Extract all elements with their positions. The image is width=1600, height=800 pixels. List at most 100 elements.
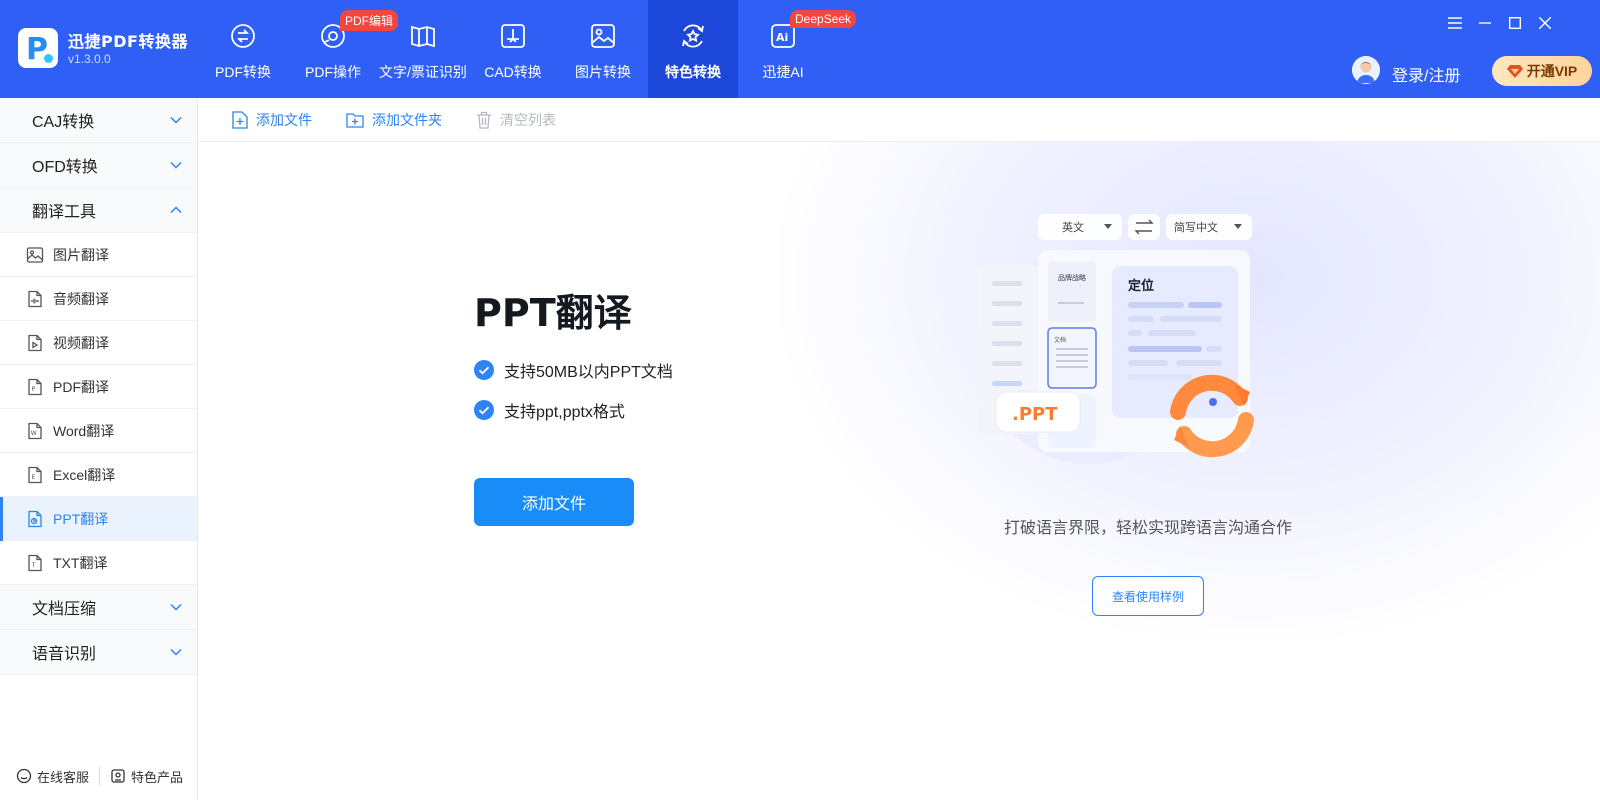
feature-item: 支持ppt,pptx格式: [474, 390, 673, 430]
special-products-link[interactable]: 特色产品: [110, 767, 183, 786]
open-vip-button[interactable]: 开通VIP: [1492, 56, 1592, 86]
close-icon[interactable]: [1530, 12, 1560, 34]
sidebar-group-compress[interactable]: 文档压缩: [0, 585, 197, 630]
word-file-icon: W: [28, 422, 42, 439]
add-file-primary-button[interactable]: 添加文件: [474, 478, 634, 526]
nav-xunjie-ai[interactable]: Ai 迅捷AI DeepSeek: [738, 0, 857, 98]
chevron-down-icon: [170, 116, 182, 124]
target-lang-label: 简写中文: [1174, 220, 1218, 234]
main-nav: PDF转换 PDF操作 PDF编辑 文字/票证识别 CAD转换 图片转换 特色转…: [198, 0, 857, 98]
diamond-icon: [1506, 65, 1523, 78]
video-file-icon: [28, 334, 42, 351]
sidebar-group-label: CAJ转换: [32, 114, 95, 131]
nav-pdf-convert[interactable]: PDF转换: [198, 0, 288, 98]
sidebar-group-label: 语音识别: [32, 646, 97, 663]
app-logo: P: [18, 28, 58, 68]
thumb-title: 品牌战略: [1058, 273, 1086, 282]
sidebar: CAJ转换 OFD转换 翻译工具 图片翻译 音频翻译 视频翻译 P PDF翻译 …: [0, 98, 198, 800]
clear-list-button[interactable]: 清空列表: [476, 110, 556, 130]
svg-text:T: T: [31, 562, 36, 569]
check-circle-icon: [474, 400, 494, 420]
nav-label: 特色转换: [665, 64, 721, 80]
card-title: 定位: [1127, 278, 1154, 293]
footer-divider: [99, 767, 101, 785]
tagline: 打破语言界限，轻松实现跨语言沟通合作: [1003, 520, 1292, 537]
nav-pdf-operate[interactable]: PDF操作 PDF编辑: [288, 0, 399, 98]
sidebar-item-label: PDF翻译: [53, 378, 109, 395]
sidebar-item-txt-translate[interactable]: T TXT翻译: [0, 541, 197, 585]
sidebar-item-pdf-translate[interactable]: P PDF翻译: [0, 365, 197, 409]
thumb-label: 文档: [1054, 336, 1066, 344]
login-register-link[interactable]: 登录/注册: [1392, 62, 1460, 86]
view-example-button[interactable]: 查看使用样例: [1092, 576, 1204, 616]
special-products-label: 特色产品: [131, 769, 184, 785]
sidebar-item-video-translate[interactable]: 视频翻译: [0, 321, 197, 365]
feature-item: 支持50MB以内PPT文档: [474, 350, 673, 390]
page-title: PPT翻译: [474, 291, 632, 335]
add-folder-button[interactable]: 添加文件夹: [346, 110, 442, 130]
sidebar-item-label: 音频翻译: [53, 290, 109, 307]
deepseek-badge: DeepSeek: [790, 10, 857, 28]
svg-text:W: W: [31, 430, 37, 437]
sidebar-item-excel-translate[interactable]: E Excel翻译: [0, 453, 197, 497]
sidebar-item-label: Excel翻译: [53, 466, 116, 483]
sidebar-group-ofd[interactable]: OFD转换: [0, 143, 197, 188]
chevron-down-icon: [170, 603, 182, 611]
add-file-button[interactable]: 添加文件: [232, 110, 312, 130]
shop-icon: [111, 769, 125, 783]
nav-cad[interactable]: CAD转换: [468, 0, 558, 98]
sidebar-item-label: TXT翻译: [53, 554, 108, 571]
maximize-icon[interactable]: [1500, 12, 1530, 34]
feature-list: 支持50MB以内PPT文档 支持ppt,pptx格式: [474, 350, 673, 430]
nav-label: 图片转换: [575, 64, 631, 80]
trash-icon: [477, 111, 491, 129]
sidebar-item-word-translate[interactable]: W Word翻译: [0, 409, 197, 453]
avatar[interactable]: [1352, 56, 1380, 84]
sidebar-item-label: Word翻译: [53, 422, 115, 439]
translation-illustration: 英文 简写中文 品牌战略 文档 定位 .PPT: [978, 214, 1254, 464]
sidebar-group-label: 翻译工具: [32, 204, 97, 221]
sidebar-group-speech[interactable]: 语音识别: [0, 630, 197, 675]
nav-image[interactable]: 图片转换: [558, 0, 648, 98]
sidebar-item-label: 图片翻译: [53, 246, 109, 263]
app-version: v1.3.0.0: [68, 52, 111, 66]
sidebar-group-translate[interactable]: 翻译工具: [0, 188, 197, 233]
audio-file-icon: [28, 290, 42, 307]
title-bar: P 迅捷PDF转换器 v1.3.0.0 PDF转换 PDF操作 PDF编辑 文字…: [0, 0, 1600, 98]
svg-text:E: E: [32, 474, 36, 481]
main-panel: PPT翻译 支持50MB以内PPT文档 支持ppt,pptx格式 添加文件 英文…: [198, 142, 1600, 800]
svg-text:P: P: [32, 386, 36, 393]
nav-special-convert[interactable]: 特色转换: [648, 0, 738, 98]
ppt-tag: .PPT: [1012, 404, 1058, 425]
excel-file-icon: E: [28, 466, 42, 483]
sidebar-item-label: 视频翻译: [53, 334, 109, 351]
sidebar-group-caj[interactable]: CAJ转换: [0, 98, 197, 143]
sidebar-item-image-translate[interactable]: 图片翻译: [0, 233, 197, 277]
nav-label: 文字/票证识别: [379, 64, 467, 80]
feature-text: 支持50MB以内PPT文档: [504, 364, 673, 381]
sidebar-item-audio-translate[interactable]: 音频翻译: [0, 277, 197, 321]
image-icon: [591, 24, 615, 48]
txt-file-icon: T: [28, 554, 42, 571]
sidebar-item-ppt-translate[interactable]: PPT翻译: [0, 497, 197, 541]
source-lang-label: 英文: [1062, 220, 1084, 234]
add-file-label: 添加文件: [256, 111, 312, 128]
sidebar-group-label: 文档压缩: [32, 601, 97, 618]
online-service-link[interactable]: 在线客服: [16, 767, 89, 786]
chevron-down-icon: [170, 161, 182, 169]
app-name: 迅捷PDF转换器: [68, 32, 188, 51]
cad-icon: [501, 24, 525, 48]
window-controls: [1440, 12, 1560, 34]
nav-ocr[interactable]: 文字/票证识别: [378, 0, 468, 98]
menu-icon[interactable]: [1440, 12, 1470, 34]
nav-label: 迅捷AI: [762, 64, 804, 80]
check-circle-icon: [474, 360, 494, 380]
image-file-icon: [26, 246, 44, 263]
sidebar-item-label: PPT翻译: [53, 510, 109, 527]
sidebar-group-label: OFD转换: [32, 159, 98, 176]
online-service-label: 在线客服: [37, 769, 90, 785]
minimize-icon[interactable]: [1470, 12, 1500, 34]
pdf-file-icon: P: [28, 378, 42, 395]
pdf-convert-icon: [231, 24, 255, 48]
chevron-up-icon: [170, 206, 182, 214]
